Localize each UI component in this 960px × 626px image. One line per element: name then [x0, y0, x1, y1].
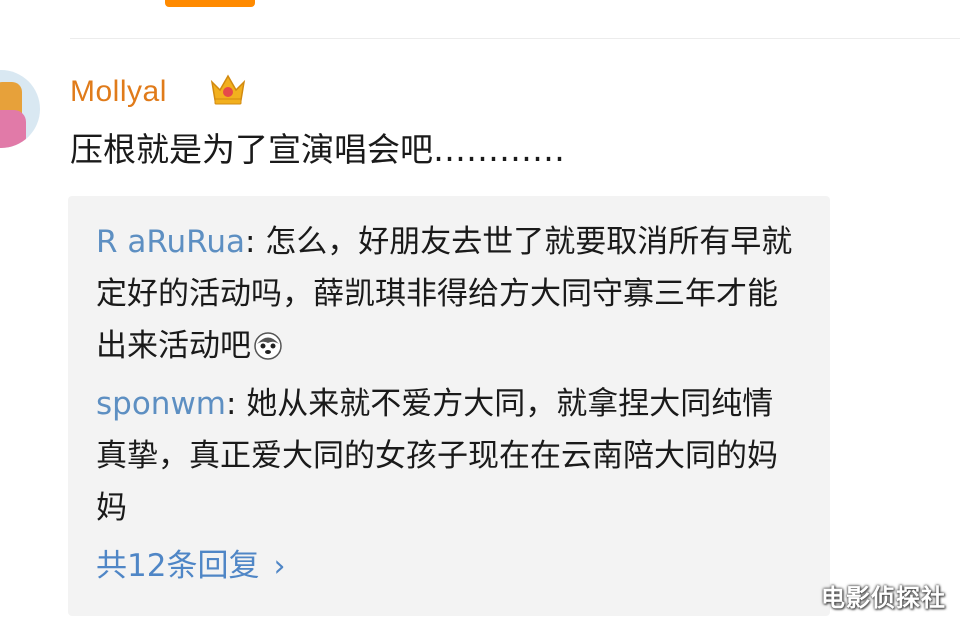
reply-item: R aRuRua: 怎么，好朋友去世了就要取消所有早就定好的活动吗，薛凯琪非得给… — [96, 216, 796, 372]
reply-author[interactable]: sponwm — [96, 386, 226, 422]
comment-username[interactable]: Mollyal — [70, 72, 167, 112]
chevron-right-icon: › — [273, 549, 286, 584]
avatar[interactable] — [0, 70, 40, 148]
husky-emoji-icon — [254, 332, 282, 360]
more-replies-label[interactable]: 共12条回复 — [96, 548, 259, 584]
more-replies-link[interactable]: 共12条回复 › — [96, 544, 285, 589]
crown-icon — [210, 74, 246, 105]
active-tab-indicator — [165, 0, 255, 7]
watermark: 电影侦探社 — [821, 584, 946, 612]
reply-box: R aRuRua: 怎么，好朋友去世了就要取消所有早就定好的活动吗，薛凯琪非得给… — [68, 196, 830, 616]
reply-item: sponwm: 她从来就不爱方大同，就拿捏大同纯情真挚，真正爱大同的女孩子现在在… — [96, 378, 796, 534]
reply-author[interactable]: R aRuRua — [96, 224, 245, 260]
divider — [70, 38, 960, 39]
comment-text: 压根就是为了宣演唱会吧………… — [70, 130, 565, 169]
